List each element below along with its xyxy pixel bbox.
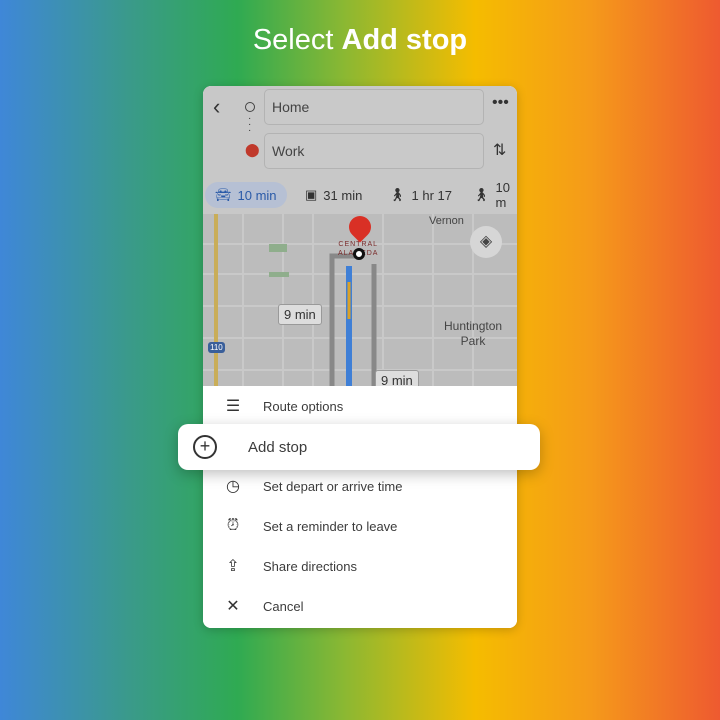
destination-input[interactable]: Work [264,133,484,169]
tab-rideshare[interactable]: 🚶︎ 10 m [463,180,517,210]
sliders-icon: ☰ [225,398,241,415]
page-title: Select Add stop [252,24,468,56]
rideshare-icon: 🚶︎ [473,187,490,202]
route-time-label[interactable]: 9 min [375,370,419,386]
menu-item-share[interactable]: ⇪ Share directions [203,546,517,586]
tab-driving[interactable]: 🚘︎ 10 min [205,182,287,208]
clock-icon: ◷ [226,478,240,495]
car-icon: 🚘︎ [215,187,232,202]
destination-pin-icon: ⬤ [245,142,260,157]
share-icon: ⇪ [226,558,240,575]
map-view[interactable]: Vernon CENTRALALAMEDA HuntingtonPark 110… [203,214,517,386]
tab-walking[interactable]: 🚶︎ 1 hr 17 [379,182,462,208]
origin-marker-icon [353,248,365,260]
layers-button[interactable]: ◈ [470,226,502,258]
layers-icon: ◈ [479,233,493,250]
tab-transit[interactable]: ▣ 31 min [295,182,372,208]
options-menu: ☰ Route options ◷ Set depart or arrive tim… [203,386,517,628]
origin-circle-icon [245,102,255,112]
back-icon[interactable]: ‹ [213,94,220,120]
route-time-label[interactable]: 9 min [278,304,322,325]
walk-icon: 🚶︎ [389,187,406,202]
close-icon: ✕ [226,598,240,615]
add-stop-button[interactable]: + Add stop [178,424,540,470]
menu-item-cancel[interactable]: ✕ Cancel [203,586,517,626]
map-label: Huntington Park [444,319,503,348]
directions-header: ‹ · · · ⬤ Home Work ••• ⇅ 🚘︎ 10 min ▣ 31 min… [203,86,517,214]
menu-item-reminder[interactable]: ⏰︎ Set a reminder to leave [203,506,517,546]
alarm-icon: ⏰︎ [226,517,240,534]
map-label: Vernon [429,215,464,227]
menu-item-route-options[interactable]: ☰ Route options [203,386,517,426]
transit-icon: ▣ [305,187,318,202]
highway-shield: 110 [208,342,225,353]
origin-input[interactable]: Home [264,89,484,125]
dots-connector-icon: · · · [248,113,252,136]
swap-icon[interactable]: ⇅ [493,140,506,160]
add-circle-icon: + [193,435,217,459]
menu-item-depart-time[interactable]: ◷ Set depart or arrive time [203,466,517,506]
phone-screen: ‹ · · · ⬤ Home Work ••• ⇅ 🚘︎ 10 min ▣ 31 min… [203,86,517,628]
more-icon[interactable]: ••• [492,94,509,112]
